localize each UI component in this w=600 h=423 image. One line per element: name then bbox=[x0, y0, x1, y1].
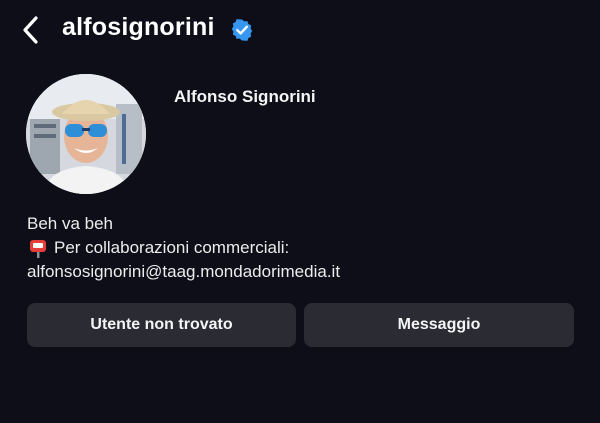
verified-badge-icon bbox=[231, 19, 253, 41]
profile-photo bbox=[26, 74, 146, 194]
bio-text: Per collaborazioni commerciali: bbox=[54, 238, 290, 257]
bio-email[interactable]: alfonsosignorini@taag.mondadorimedia.it bbox=[27, 260, 340, 284]
bio-line: Beh va beh bbox=[27, 212, 340, 236]
profile-header: alfosignorini bbox=[0, 0, 600, 64]
message-button[interactable]: Messaggio bbox=[304, 303, 574, 347]
bio-line: Per collaborazioni commerciali: bbox=[27, 236, 340, 260]
mailbox-icon bbox=[30, 240, 46, 258]
bio-text: Beh va beh bbox=[27, 214, 114, 233]
user-not-found-button[interactable]: Utente non trovato bbox=[27, 303, 296, 347]
username-title: alfosignorini bbox=[62, 13, 215, 41]
profile-avatar[interactable] bbox=[26, 74, 146, 194]
bio-line: alfonsosignorini@taag.mondadorimedia.it bbox=[27, 260, 340, 284]
display-name: Alfonso Signorini bbox=[174, 87, 316, 106]
profile-bio: Beh va beh Per collaborazioni commercial… bbox=[27, 212, 340, 284]
back-button[interactable] bbox=[16, 12, 46, 48]
chevron-left-icon bbox=[23, 16, 38, 44]
